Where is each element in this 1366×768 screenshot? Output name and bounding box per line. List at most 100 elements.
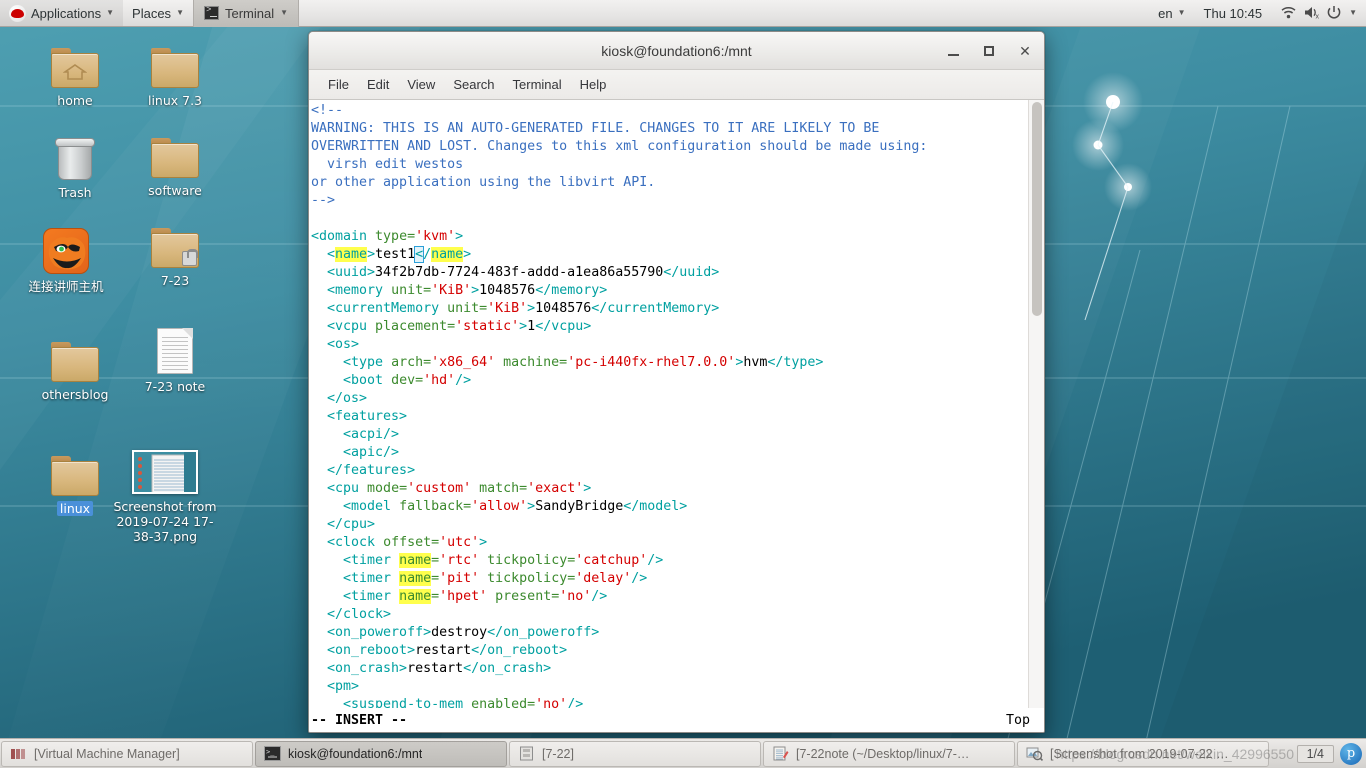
editor-line: -->	[311, 192, 1028, 210]
code-token: </on_crash>	[463, 661, 552, 676]
code-token: <type	[311, 355, 392, 370]
code-token: <acpi/>	[311, 427, 400, 442]
code-token: tickpolicy=	[479, 553, 576, 568]
code-token: </currentMemory>	[591, 301, 720, 316]
terminal-scrollbar[interactable]	[1028, 100, 1044, 708]
code-token: hvm	[743, 355, 768, 370]
menu-file[interactable]: File	[319, 74, 358, 95]
menu-search[interactable]: Search	[444, 74, 503, 95]
clock[interactable]: Thu 10:45	[1195, 0, 1272, 26]
terminal-menubar: File Edit View Search Terminal Help	[309, 70, 1044, 100]
taskbar-item-1[interactable]: [Virtual Machine Manager]	[1, 740, 253, 767]
active-window-menu[interactable]: Terminal ▼	[192, 0, 300, 27]
desktop-icon-7-23[interactable]: 7-23	[120, 216, 230, 288]
taskbar-item-label: [Virtual Machine Manager]	[34, 746, 180, 761]
volume-muted-icon: x	[1303, 5, 1321, 21]
desktop-icon-software[interactable]: software	[120, 126, 230, 198]
code-token: -->	[311, 193, 336, 208]
taskbar-item-4[interactable]: [7-22note (~/Desktop/linux/7-…	[763, 740, 1015, 767]
desktop-icon-label: 7-23	[160, 273, 190, 288]
taskbar-item-2[interactable]: >_ kiosk@foundation6:/mnt	[255, 740, 507, 767]
code-token: tickpolicy=	[479, 571, 576, 586]
taskbar-item-label: [7-22note (~/Desktop/linux/7-…	[796, 746, 970, 761]
workspace-switcher[interactable]: 1/4 p	[1296, 742, 1362, 765]
editor-line: <name>test1</name>	[311, 246, 1028, 264]
code-token: virsh edit westos	[311, 157, 464, 172]
menu-view[interactable]: View	[398, 74, 444, 95]
taskbar-item-5[interactable]: [Screenshot from 2019-07-22 …	[1017, 740, 1269, 767]
desktop-icon-home[interactable]: home	[20, 36, 130, 108]
code-token: 'x86_64'	[431, 355, 496, 370]
terminal-window[interactable]: kiosk@foundation6:/mnt ✕ File Edit View …	[308, 31, 1045, 733]
desktop-icon-linux-7-3[interactable]: linux 7.3	[120, 36, 230, 108]
language-indicator[interactable]: en ▼	[1149, 0, 1194, 26]
vim-editor-content[interactable]: <!-- WARNING: THIS IS AN AUTO-GENERATED F…	[309, 100, 1028, 708]
code-token: >	[479, 535, 488, 550]
code-token: <on_poweroff>	[311, 625, 432, 640]
editor-line: </clock>	[311, 606, 1028, 624]
editor-line: <boot dev='hd'/>	[311, 372, 1028, 390]
taskbar-item-list: [Virtual Machine Manager] >_ kiosk@found…	[0, 740, 1297, 767]
code-token: offset=	[383, 535, 440, 550]
close-button[interactable]: ✕	[1014, 40, 1036, 62]
terminal-titlebar[interactable]: kiosk@foundation6:/mnt ✕	[309, 32, 1044, 70]
code-token: </cpu>	[311, 517, 376, 532]
code-token: present=	[487, 589, 560, 604]
editor-line: <on_poweroff>destroy</on_poweroff>	[311, 624, 1028, 642]
minimize-button[interactable]	[942, 40, 964, 62]
menu-edit[interactable]: Edit	[358, 74, 398, 95]
desktop-icon-[interactable]: 连接讲师主机	[11, 222, 121, 294]
system-status-area[interactable]: x ▼	[1271, 0, 1366, 26]
code-token: fallback=	[399, 499, 472, 514]
code-token: 'rtc'	[439, 553, 480, 568]
workspace-indicator[interactable]: 1/4	[1296, 744, 1334, 763]
code-token: =	[431, 589, 440, 604]
editor-line: <clock offset='utc'>	[311, 534, 1028, 552]
maximize-button[interactable]	[978, 40, 1000, 62]
active-window-label: Terminal	[224, 5, 275, 21]
code-token: 'utc'	[439, 535, 480, 550]
editor-line: </features>	[311, 462, 1028, 480]
code-token: >	[367, 247, 376, 262]
chevron-down-icon: ▼	[106, 8, 115, 17]
code-token: </on_reboot>	[471, 643, 568, 658]
editor-line: <os>	[311, 336, 1028, 354]
editor-line: <model fallback='allow'>SandyBridge</mod…	[311, 498, 1028, 516]
places-menu[interactable]: Places ▼	[123, 0, 193, 26]
code-token: <vcpu	[311, 319, 376, 334]
tiger-app-icon	[11, 222, 121, 274]
code-token: machine=	[495, 355, 568, 370]
scrollbar-thumb[interactable]	[1032, 102, 1042, 316]
code-token: </type>	[767, 355, 824, 370]
code-token: <on_crash>	[311, 661, 408, 676]
desktop-icon-7-23-note[interactable]: 7-23 note	[120, 322, 230, 394]
menu-terminal[interactable]: Terminal	[504, 74, 571, 95]
terminal-body[interactable]: <!-- WARNING: THIS IS AN AUTO-GENERATED F…	[309, 100, 1044, 708]
code-token: placement=	[375, 319, 456, 334]
editor-line: OVERWRITTEN AND LOST. Changes to this xm…	[311, 138, 1028, 156]
code-token: OVERWRITTEN AND LOST. Changes to this xm…	[311, 139, 928, 154]
terminal-icon	[203, 5, 219, 20]
code-token: />	[455, 373, 472, 388]
chevron-down-icon: ▼	[280, 8, 289, 17]
desktop-icon-othersblog[interactable]: othersblog	[20, 330, 130, 402]
editor-line: <currentMemory unit='KiB'>1048576</curre…	[311, 300, 1028, 318]
system-tray-badge[interactable]: p	[1340, 742, 1362, 765]
taskbar-item-3[interactable]: [7-22]	[509, 740, 761, 767]
desktop-icon-label: 连接讲师主机	[28, 279, 104, 294]
code-token: arch=	[391, 355, 432, 370]
applications-menu[interactable]: Applications ▼	[0, 0, 124, 26]
editor-line: <pm>	[311, 678, 1028, 696]
editor-line: virsh edit westos	[311, 156, 1028, 174]
desktop-icon-trash[interactable]: Trash	[20, 128, 130, 200]
trash-icon	[20, 128, 130, 180]
taskbar-item-label: [Screenshot from 2019-07-22 …	[1050, 746, 1229, 761]
terminal-title: kiosk@foundation6:/mnt	[601, 42, 752, 59]
power-icon	[1326, 5, 1344, 21]
desktop-icon-screenshot-from-2019-07-24-17-38-37-png[interactable]: Screenshot from 2019-07-24 17-38-37.png	[110, 442, 220, 544]
code-token: 'pit'	[439, 571, 480, 586]
code-token: <clock	[311, 535, 384, 550]
menu-help[interactable]: Help	[571, 74, 616, 95]
code-token: 'no'	[535, 697, 568, 708]
desktop-icon-label: software	[148, 183, 202, 198]
